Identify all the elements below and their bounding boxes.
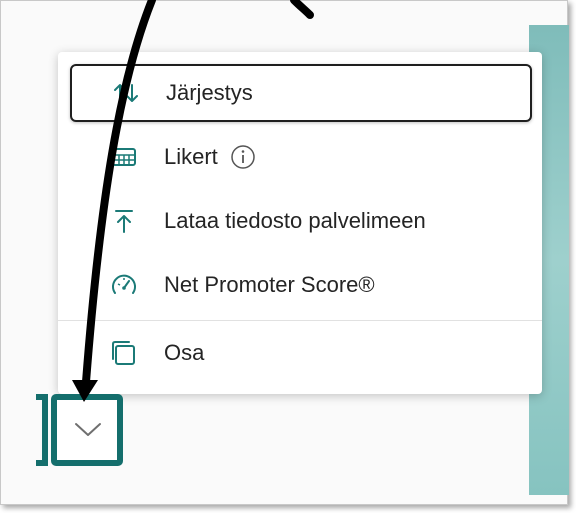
menu-item-likert[interactable]: Likert xyxy=(70,128,532,186)
menu-item-label: Osa xyxy=(164,340,205,365)
menu-item-jarjestys[interactable]: Järjestys xyxy=(70,64,532,122)
menu-item-lataa-tiedosto[interactable]: Lataa tiedosto palvelimeen xyxy=(70,192,532,250)
info-icon[interactable] xyxy=(230,144,256,170)
gauge-icon xyxy=(110,271,138,299)
menu-item-label: Net Promoter Score® xyxy=(164,272,375,297)
section-icon xyxy=(110,339,138,367)
upload-icon xyxy=(110,207,138,235)
menu-item-label: Likert xyxy=(164,144,218,169)
menu-item-net-promoter-score[interactable]: Net Promoter Score® xyxy=(70,256,532,314)
menu-divider xyxy=(58,320,542,321)
add-question-dropdown-button[interactable] xyxy=(44,394,124,466)
likert-grid-icon xyxy=(110,143,138,171)
sort-arrows-icon xyxy=(112,79,140,107)
question-type-menu: Järjestys Likert Lataa tiedosto palvelim… xyxy=(58,52,542,394)
menu-item-label: Järjestys xyxy=(166,80,253,105)
menu-item-label: Lataa tiedosto palvelimeen xyxy=(164,208,426,233)
menu-item-osa[interactable]: Osa xyxy=(70,324,532,382)
